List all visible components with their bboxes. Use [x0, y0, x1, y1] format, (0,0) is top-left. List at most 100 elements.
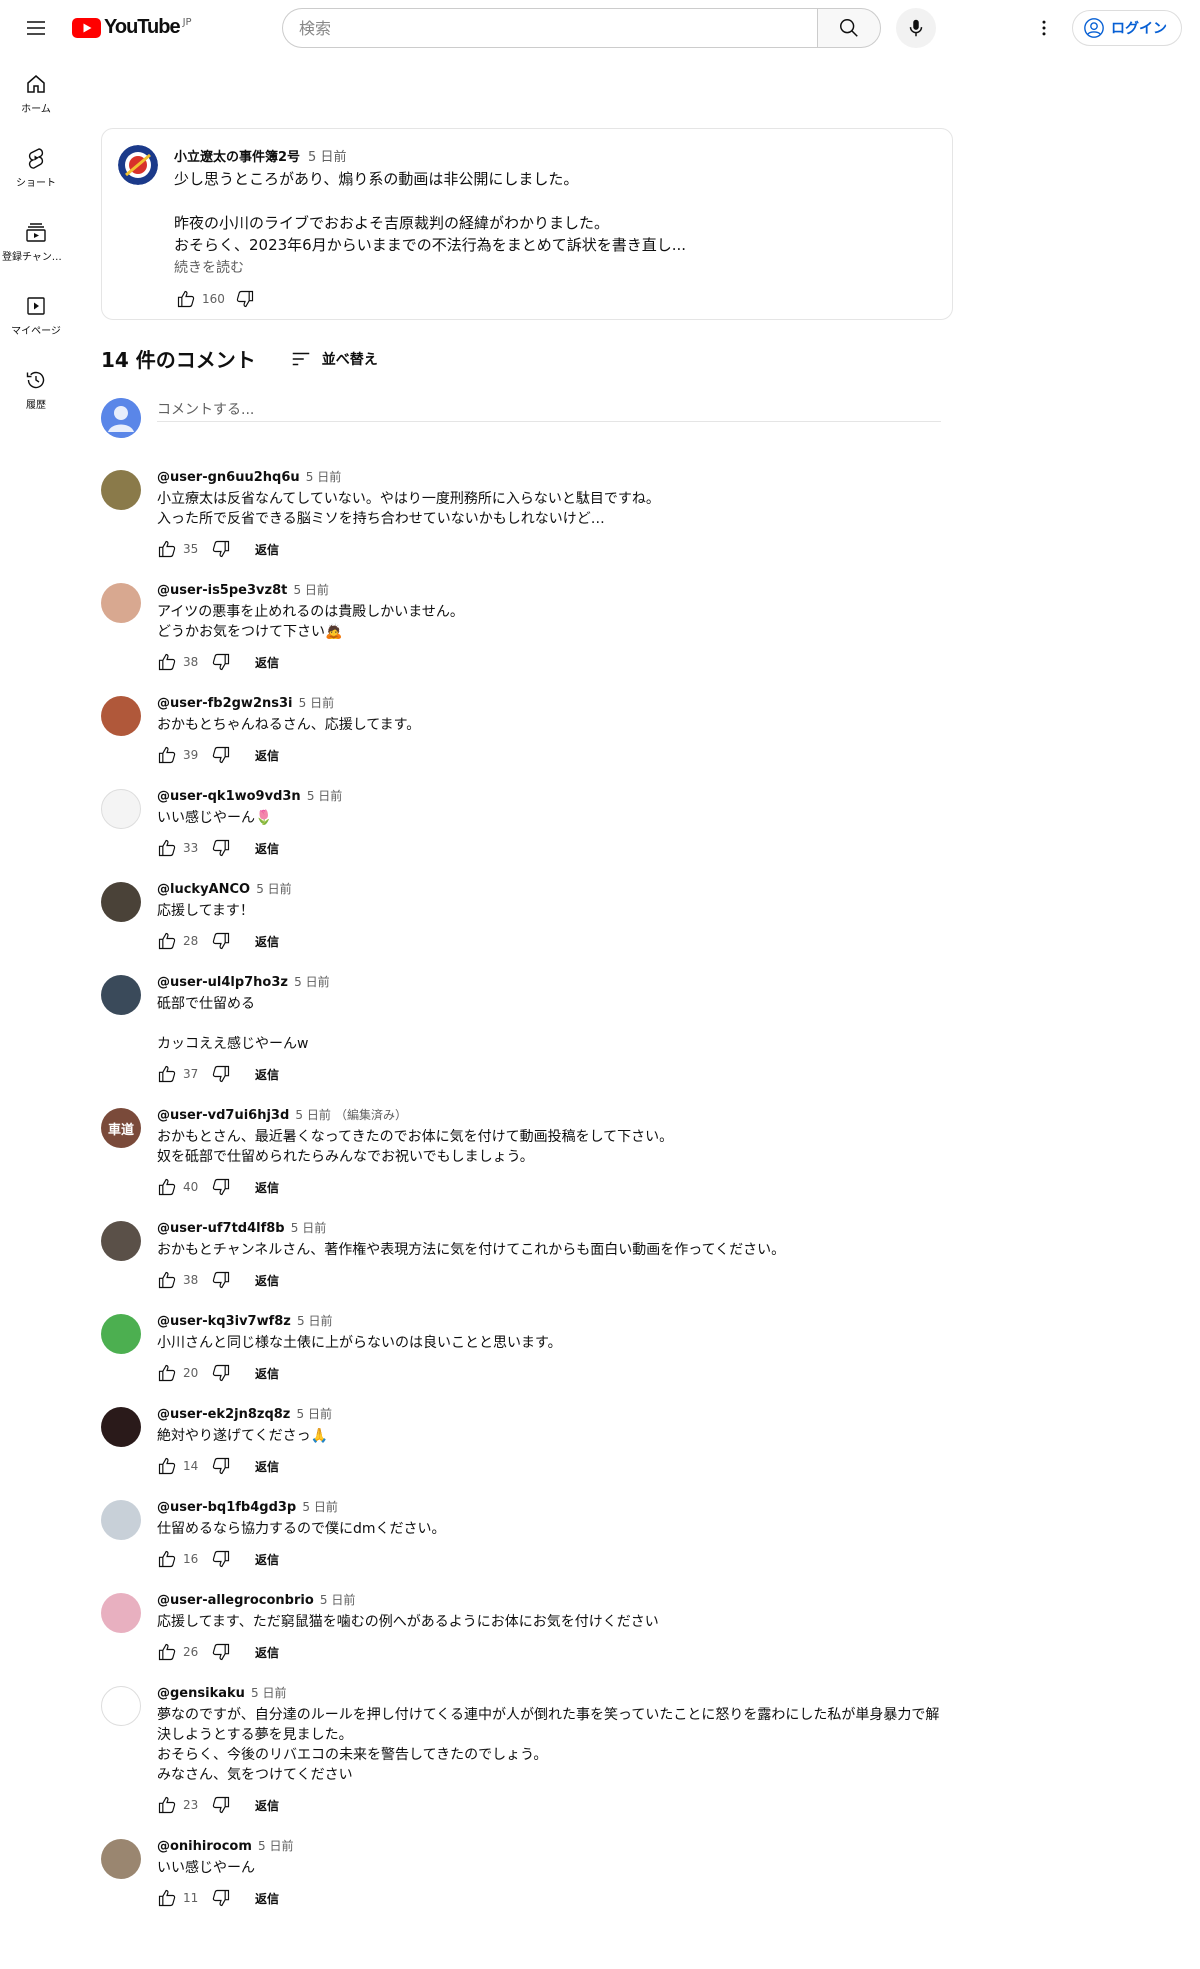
youtube-logo[interactable]: YouTube JP [72, 16, 192, 39]
sidebar-item-library[interactable]: マイページ [0, 278, 72, 352]
like-button[interactable] [151, 925, 183, 957]
commenter-avatar[interactable] [101, 583, 141, 623]
menu-button[interactable] [16, 8, 56, 48]
dislike-button[interactable] [205, 1450, 237, 1482]
comment-time[interactable]: 5 日前 [256, 882, 291, 896]
like-button[interactable] [151, 1171, 183, 1203]
reply-button[interactable]: 返信 [249, 1452, 285, 1481]
dislike-button[interactable] [205, 1171, 237, 1203]
comment-author[interactable]: @user-allegroconbrio [157, 1593, 314, 1608]
sidebar-item-subscriptions[interactable]: 登録チャンネル [0, 204, 72, 278]
reply-button[interactable]: 返信 [249, 1884, 285, 1913]
reply-button[interactable]: 返信 [249, 1359, 285, 1388]
comment-author[interactable]: @user-is5pe3vz8t [157, 583, 287, 598]
comment-author[interactable]: @user-kq3iv7wf8z [157, 1314, 291, 1329]
like-button[interactable] [151, 1058, 183, 1090]
channel-avatar[interactable] [118, 145, 158, 185]
commenter-avatar[interactable] [101, 882, 141, 922]
like-button[interactable] [151, 1882, 183, 1914]
dislike-button[interactable] [205, 533, 237, 565]
reply-button[interactable]: 返信 [249, 648, 285, 677]
sort-button[interactable]: 並べ替え [290, 348, 378, 370]
sidebar-item-history[interactable]: 履歴 [0, 352, 72, 426]
comment-author[interactable]: @user-ek2jn8zq8z [157, 1407, 290, 1422]
reply-button[interactable]: 返信 [249, 1638, 285, 1667]
commenter-avatar[interactable] [101, 1221, 141, 1261]
commenter-avatar[interactable] [101, 1500, 141, 1540]
commenter-avatar[interactable] [101, 975, 141, 1015]
dislike-button[interactable] [205, 646, 237, 678]
comment-author[interactable]: @user-qk1wo9vd3n [157, 789, 301, 804]
dislike-button[interactable] [205, 1882, 237, 1914]
comment-time[interactable]: 5 日前 [291, 1221, 326, 1235]
comment-time[interactable]: 5 日前 [302, 1500, 337, 1514]
comment-input[interactable] [157, 398, 941, 422]
like-button[interactable] [151, 739, 183, 771]
login-button[interactable]: ログイン [1072, 10, 1182, 46]
reply-button[interactable]: 返信 [249, 1545, 285, 1574]
like-button[interactable] [151, 1789, 183, 1821]
comment-time[interactable]: 5 日前 [299, 696, 334, 710]
like-button[interactable] [151, 1450, 183, 1482]
comment-author[interactable]: @user-uf7td4lf8b [157, 1221, 285, 1236]
dislike-button[interactable] [205, 1789, 237, 1821]
reply-button[interactable]: 返信 [249, 1791, 285, 1820]
search-button[interactable] [817, 8, 881, 48]
commenter-avatar[interactable] [101, 470, 141, 510]
comment-time[interactable]: 5 日前 [251, 1686, 286, 1700]
reply-button[interactable]: 返信 [249, 927, 285, 956]
reply-button[interactable]: 返信 [249, 1060, 285, 1089]
dislike-button[interactable] [205, 739, 237, 771]
comment-time[interactable]: 5 日前 [294, 975, 329, 989]
comment-author[interactable]: @user-ul4lp7ho3z [157, 975, 288, 990]
post-time[interactable]: 5 日前 [308, 150, 346, 165]
commenter-avatar[interactable]: 車道 [101, 1108, 141, 1148]
sidebar-item-home[interactable]: ホーム [0, 56, 72, 130]
comment-author[interactable]: @luckyANCO [157, 882, 250, 897]
reply-button[interactable]: 返信 [249, 1173, 285, 1202]
commenter-avatar[interactable] [101, 1314, 141, 1354]
post-author[interactable]: 小立遼太の事件簿2号 [174, 150, 300, 165]
comment-time[interactable]: 5 日前 [293, 583, 328, 597]
dislike-button[interactable] [205, 1264, 237, 1296]
reply-button[interactable]: 返信 [249, 741, 285, 770]
like-button[interactable] [151, 1357, 183, 1389]
search-input[interactable] [282, 8, 817, 48]
like-button[interactable] [151, 646, 183, 678]
like-button[interactable] [170, 283, 202, 315]
comment-author[interactable]: @user-vd7ui6hj3d [157, 1108, 289, 1123]
comment-time[interactable]: 5 日前 [258, 1839, 293, 1853]
reply-button[interactable]: 返信 [249, 834, 285, 863]
commenter-avatar[interactable] [101, 1407, 141, 1447]
like-button[interactable] [151, 1636, 183, 1668]
commenter-avatar[interactable] [101, 696, 141, 736]
dislike-button[interactable] [205, 1636, 237, 1668]
reply-button[interactable]: 返信 [249, 535, 285, 564]
like-button[interactable] [151, 1543, 183, 1575]
comment-time[interactable]: 5 日前 [297, 1314, 332, 1328]
comment-author[interactable]: @user-gn6uu2hq6u [157, 470, 300, 485]
like-button[interactable] [151, 1264, 183, 1296]
dislike-button[interactable] [205, 832, 237, 864]
comment-time[interactable]: 5 日前 [297, 1407, 332, 1421]
settings-menu-button[interactable] [1026, 10, 1062, 46]
comment-time[interactable]: 5 日前 [306, 470, 341, 484]
comment-author[interactable]: @gensikaku [157, 1686, 245, 1701]
commenter-avatar[interactable] [101, 1593, 141, 1633]
commenter-avatar[interactable] [101, 1686, 141, 1726]
comment-time[interactable]: 5 日前 [295, 1108, 330, 1122]
comment-author[interactable]: @user-bq1fb4gd3p [157, 1500, 296, 1515]
commenter-avatar[interactable] [101, 1839, 141, 1879]
reply-button[interactable]: 返信 [249, 1266, 285, 1295]
comment-author[interactable]: @onihirocom [157, 1839, 252, 1854]
dislike-button[interactable] [205, 925, 237, 957]
dislike-button[interactable] [205, 1058, 237, 1090]
comment-author[interactable]: @user-fb2gw2ns3i [157, 696, 292, 711]
comment-time[interactable]: 5 日前 [307, 789, 342, 803]
like-button[interactable] [151, 533, 183, 565]
like-button[interactable] [151, 832, 183, 864]
dislike-button[interactable] [205, 1543, 237, 1575]
read-more-link[interactable]: 続きを読む [174, 257, 244, 277]
sidebar-item-shorts[interactable]: ショート [0, 130, 72, 204]
comment-time[interactable]: 5 日前 [320, 1593, 355, 1607]
